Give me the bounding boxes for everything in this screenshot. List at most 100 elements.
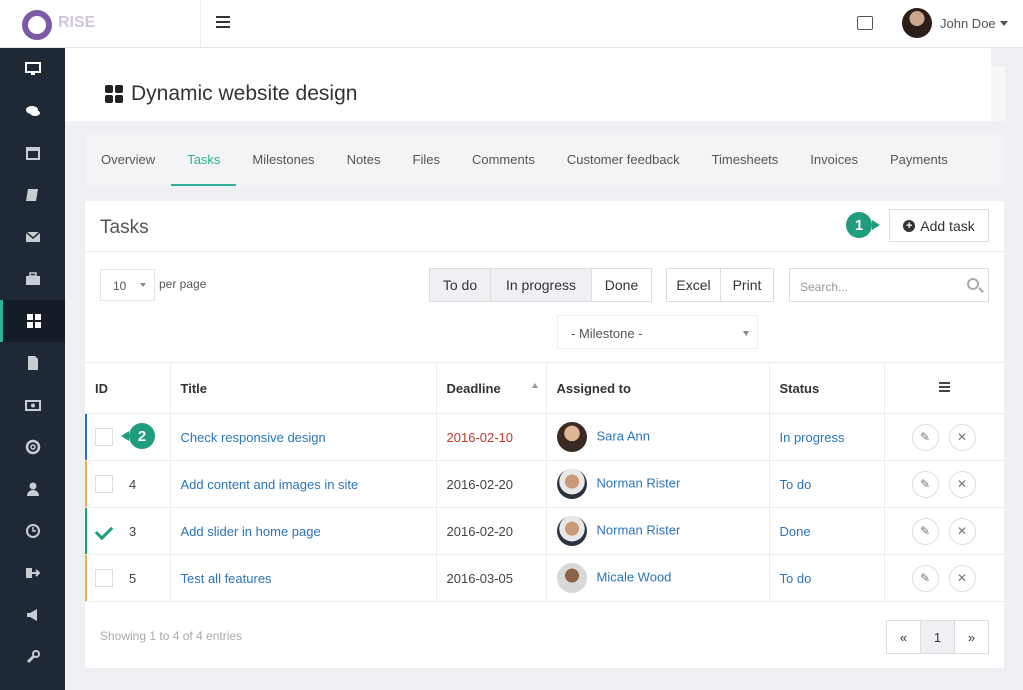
- tab-milestones[interactable]: Milestones: [236, 134, 330, 186]
- task-title-link[interactable]: Check responsive design: [181, 430, 326, 445]
- tab-tasks[interactable]: Tasks: [171, 134, 237, 186]
- assignee-link[interactable]: Norman Rister: [597, 475, 681, 490]
- assignee-link[interactable]: Norman Rister: [597, 522, 681, 537]
- assignee-link[interactable]: Sara Ann: [597, 428, 651, 443]
- task-status[interactable]: To do: [780, 571, 812, 586]
- hamburger-menu-icon[interactable]: [216, 16, 230, 28]
- column-header-deadline[interactable]: Deadline: [436, 362, 547, 414]
- milestone-select[interactable]: - Milestone -: [557, 315, 758, 349]
- column-header-id[interactable]: ID: [85, 362, 171, 414]
- comments-icon: [25, 106, 40, 116]
- envelope-icon: [25, 231, 40, 242]
- excel-button[interactable]: Excel: [667, 269, 721, 301]
- pagination-page[interactable]: 1: [921, 621, 955, 653]
- status-filter-group: To do In progress Done: [429, 268, 652, 302]
- row-status-bar: [85, 555, 87, 601]
- sidebar-item-settings[interactable]: [0, 636, 65, 678]
- sidebar-item-support[interactable]: [0, 426, 65, 468]
- pagination-prev[interactable]: «: [887, 621, 921, 653]
- avatar: [556, 516, 587, 546]
- assignee-cell: Micale Wood: [546, 554, 770, 602]
- edit-icon[interactable]: ✎: [911, 517, 939, 545]
- sidebar-item-invoices[interactable]: [0, 342, 65, 384]
- per-page-select[interactable]: 10: [100, 269, 155, 301]
- task-title-link[interactable]: Test all features: [181, 571, 272, 586]
- avatar: [556, 422, 587, 452]
- sidebar-item-events[interactable]: [0, 132, 65, 174]
- tab-timesheets[interactable]: Timesheets: [696, 134, 795, 186]
- column-header-assigned-to[interactable]: Assigned to: [546, 362, 770, 414]
- chevron-down-icon[interactable]: [1000, 21, 1008, 26]
- notification-icon[interactable]: [857, 16, 873, 30]
- tab-notes[interactable]: Notes: [331, 134, 397, 186]
- task-id: 5: [129, 570, 137, 586]
- task-checkbox[interactable]: [95, 475, 113, 493]
- task-id: 3: [129, 523, 137, 539]
- sort-asc-icon: [531, 383, 538, 388]
- tab-payments[interactable]: Payments: [874, 134, 964, 186]
- tab-files[interactable]: Files: [397, 134, 456, 186]
- task-checkbox[interactable]: [95, 569, 113, 587]
- tasks-table: ID Title Deadline Assigned to Status Che…: [85, 362, 1004, 602]
- task-title-link[interactable]: Add content and images in site: [181, 477, 359, 492]
- close-icon[interactable]: ✕: [948, 470, 976, 498]
- sidebar-item-email[interactable]: [0, 216, 65, 258]
- top-navbar: RISE John Doe: [0, 0, 1023, 48]
- task-deadline: 2016-02-20: [446, 523, 514, 539]
- task-status[interactable]: Done: [780, 524, 811, 539]
- sidebar-item-announcements[interactable]: [0, 594, 65, 636]
- edit-icon[interactable]: ✎: [911, 470, 939, 498]
- column-header-status[interactable]: Status: [769, 362, 885, 414]
- task-title-link[interactable]: Add slider in home page: [181, 524, 321, 539]
- search-input[interactable]: Search...: [789, 268, 989, 302]
- assignee-link[interactable]: Micale Wood: [597, 569, 672, 584]
- task-status[interactable]: In progress: [780, 430, 845, 445]
- desktop-icon: [24, 62, 41, 75]
- calendar-icon: [25, 147, 40, 160]
- th-large-icon: [105, 85, 123, 103]
- close-icon[interactable]: ✕: [948, 423, 976, 451]
- sidebar-item-clients[interactable]: [0, 258, 65, 300]
- tab-comments[interactable]: Comments: [456, 134, 551, 186]
- close-icon[interactable]: ✕: [948, 517, 976, 545]
- sidebar-item-team[interactable]: [0, 468, 65, 510]
- user-name[interactable]: John Doe: [940, 16, 996, 31]
- logo[interactable]: [22, 10, 52, 40]
- filter-in-progress-button[interactable]: In progress: [491, 269, 592, 301]
- sidebar-item-messages[interactable]: [0, 90, 65, 132]
- pagination-next[interactable]: »: [955, 621, 988, 653]
- tab-customer-feedback[interactable]: Customer feedback: [551, 134, 696, 186]
- column-header-title[interactable]: Title: [170, 362, 437, 414]
- close-icon[interactable]: ✕: [948, 564, 976, 592]
- sidebar-item-notes[interactable]: [0, 174, 65, 216]
- checkmark-icon[interactable]: [95, 522, 113, 540]
- edit-icon[interactable]: ✎: [911, 423, 939, 451]
- task-checkbox[interactable]: [95, 428, 113, 446]
- sidebar-item-projects[interactable]: [0, 300, 65, 342]
- tasks-panel: Tasks 1 + Add task 10 per page To do In …: [85, 201, 1004, 668]
- avatar[interactable]: [902, 8, 932, 38]
- actions-cell: ✎ ✕: [884, 507, 1004, 555]
- edit-icon[interactable]: ✎: [911, 564, 939, 592]
- task-status[interactable]: To do: [780, 477, 812, 492]
- sidebar-item-timesheets[interactable]: [0, 510, 65, 552]
- avatar: [556, 563, 587, 593]
- actions-cell: ✎ ✕: [884, 554, 1004, 602]
- page-header: Dynamic website design: [65, 48, 991, 121]
- tab-invoices[interactable]: Invoices: [794, 134, 874, 186]
- per-page-label: per page: [159, 277, 207, 291]
- filter-todo-button[interactable]: To do: [430, 269, 491, 301]
- sidebar-item-leave[interactable]: [0, 552, 65, 594]
- chevron-down-icon: [743, 331, 749, 336]
- column-options[interactable]: [884, 362, 1004, 414]
- filter-done-button[interactable]: Done: [592, 269, 651, 301]
- sidebar-item-dashboard[interactable]: [0, 48, 65, 90]
- add-task-button[interactable]: + Add task: [889, 209, 989, 242]
- tab-overview[interactable]: Overview: [85, 134, 171, 186]
- panel-header: Tasks 1 + Add task: [85, 201, 1004, 252]
- sidebar-item-payments[interactable]: [0, 384, 65, 426]
- bars-icon: [938, 382, 950, 392]
- entries-info: Showing 1 to 4 of 4 entries: [100, 629, 243, 643]
- print-button[interactable]: Print: [721, 269, 773, 301]
- assignee-cell: Norman Rister: [546, 460, 770, 508]
